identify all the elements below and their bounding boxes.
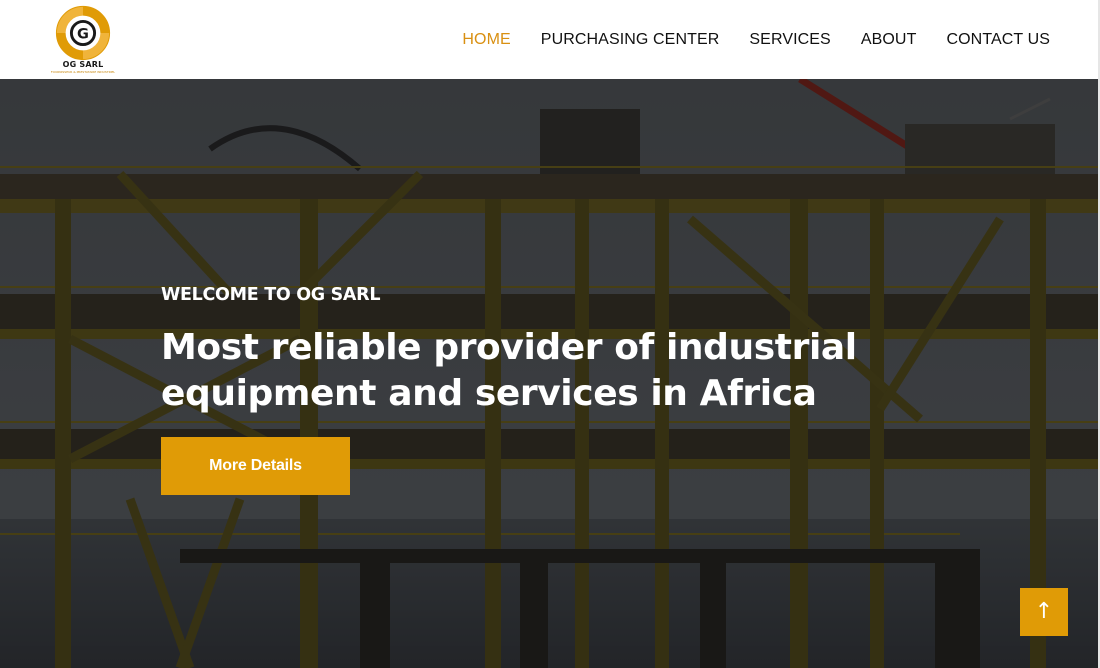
og-logo-icon: G xyxy=(55,5,111,61)
nav-item-purchasing-center: PURCHASING CENTER xyxy=(541,31,720,49)
hero-content: WELCOME TO OG SARL Most reliable provide… xyxy=(161,285,881,495)
svg-text:G: G xyxy=(77,26,89,42)
nav-link-purchasing-center[interactable]: PURCHASING CENTER xyxy=(541,31,720,48)
logo-tagline: FOURNISSEUR & PRESTATAIRE INDUSTRIEL xyxy=(50,70,116,74)
back-to-top-button[interactable]: ↑ xyxy=(1020,588,1068,636)
nav-item-contact-us: CONTACT US xyxy=(946,31,1050,49)
nav-link-about[interactable]: ABOUT xyxy=(861,31,917,48)
nav-item-services: SERVICES xyxy=(749,31,830,49)
nav-item-about: ABOUT xyxy=(861,31,917,49)
more-details-button[interactable]: More Details xyxy=(161,437,350,495)
nav-link-home[interactable]: HOME xyxy=(462,31,510,48)
nav-link-contact-us[interactable]: CONTACT US xyxy=(946,31,1050,48)
nav-item-home: HOME xyxy=(462,31,510,49)
nav-list: HOME PURCHASING CENTER SERVICES ABOUT CO… xyxy=(462,0,1050,79)
hero-headline-line-2: equipment and services in Africa xyxy=(161,373,817,414)
hero-eyebrow: WELCOME TO OG SARL xyxy=(161,285,381,305)
hero-section: WELCOME TO OG SARL Most reliable provide… xyxy=(0,79,1100,668)
site-header: G OG SARL FOURNISSEUR & PRESTATAIRE INDU… xyxy=(0,0,1100,79)
hero-headline-line-1: Most reliable provider of industrial xyxy=(161,327,857,368)
hero-headline: Most reliable provider of industrial equ… xyxy=(161,325,881,417)
nav-link-services[interactable]: SERVICES xyxy=(749,31,830,48)
arrow-up-icon: ↑ xyxy=(1034,599,1054,624)
site-logo[interactable]: G OG SARL FOURNISSEUR & PRESTATAIRE INDU… xyxy=(50,4,116,74)
logo-name: OG SARL xyxy=(62,60,104,69)
